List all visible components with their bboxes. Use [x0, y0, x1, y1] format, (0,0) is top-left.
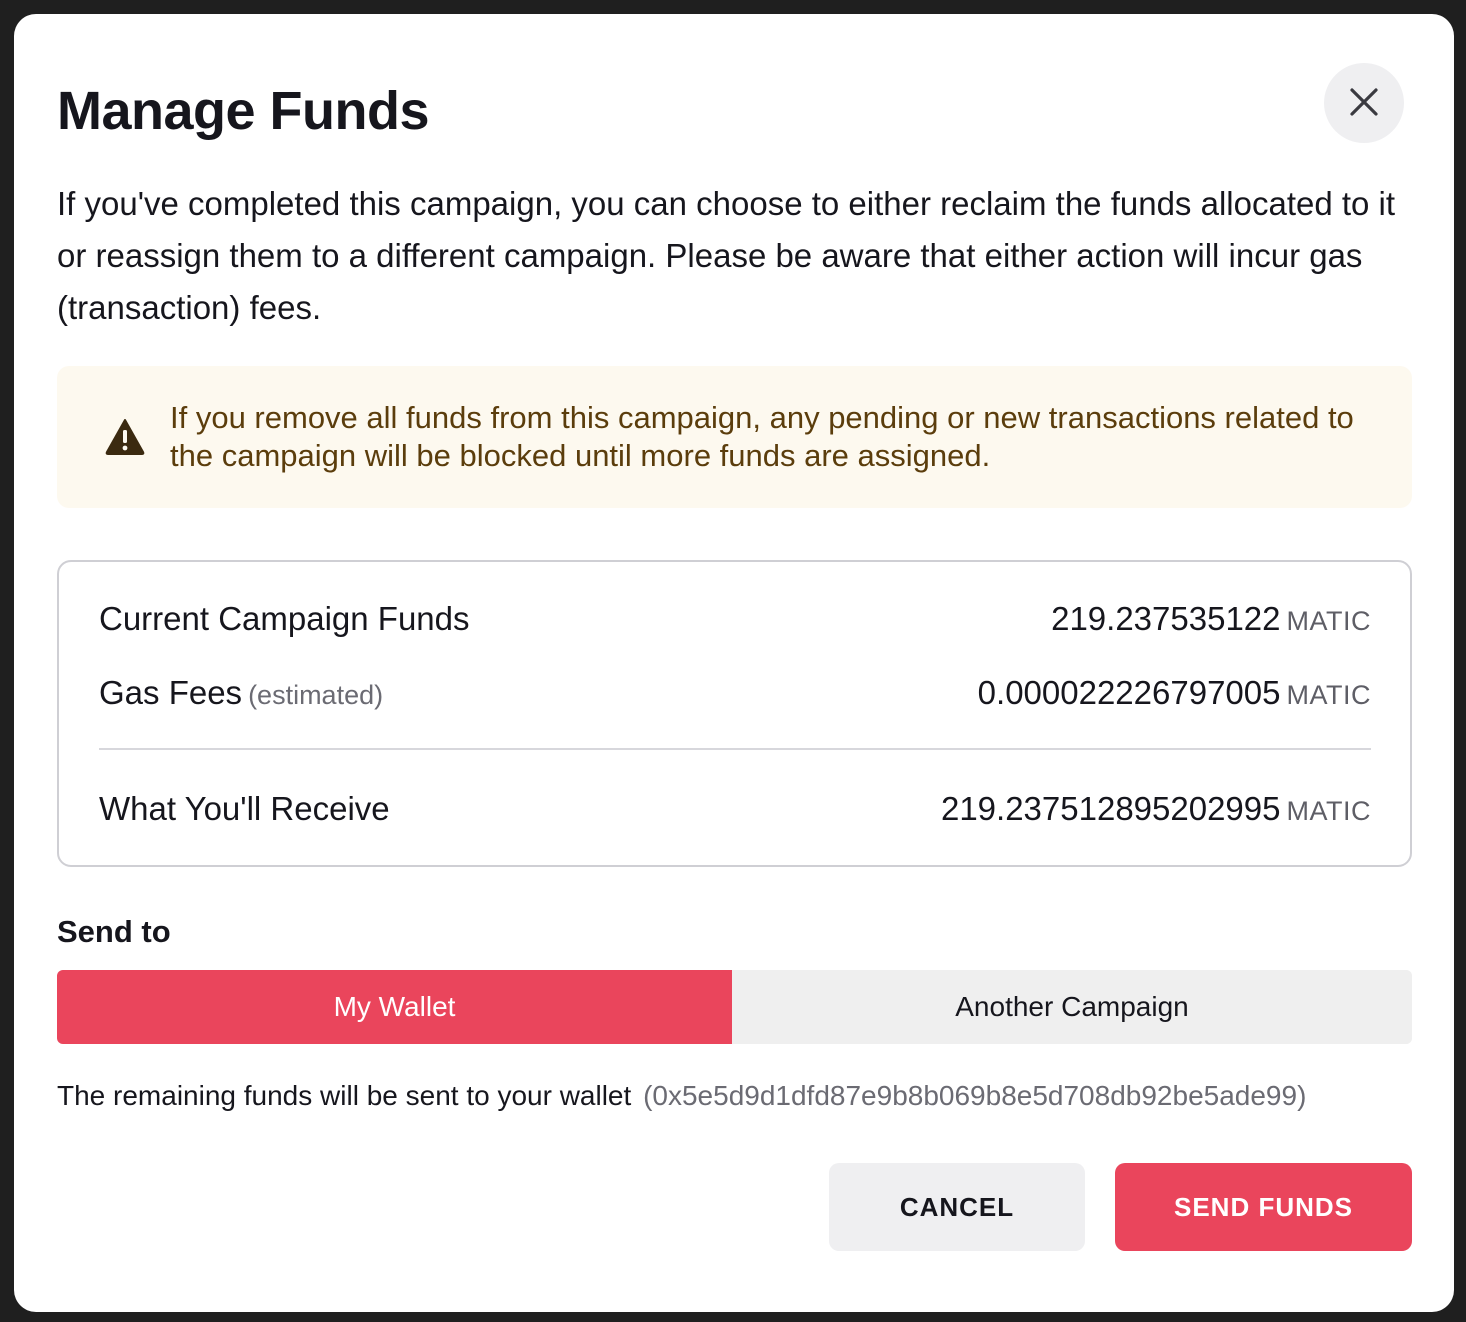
- gas-fees-sublabel: (estimated): [248, 680, 384, 710]
- wallet-destination-note: The remaining funds will be sent to your…: [57, 1080, 1306, 1112]
- current-funds-label: Current Campaign Funds: [99, 600, 470, 637]
- dialog-description: If you've completed this campaign, you c…: [57, 185, 1396, 326]
- funds-summary-card: Current Campaign Funds 219.237535122 MATI…: [57, 560, 1412, 867]
- send-to-label: Send to: [57, 914, 171, 949]
- cancel-button[interactable]: CANCEL: [829, 1163, 1085, 1251]
- close-icon: [1349, 87, 1379, 120]
- current-funds-value: 219.237535122 MATIC: [1051, 600, 1371, 638]
- send-funds-button[interactable]: SEND FUNDS: [1115, 1163, 1412, 1251]
- current-funds-amount: 219.237535122: [1051, 600, 1281, 637]
- current-funds-row: Current Campaign Funds 219.237535122 MATI…: [99, 600, 1371, 638]
- receive-unit: MATIC: [1286, 796, 1371, 826]
- manage-funds-dialog: Manage Funds If you've completed this ca…: [14, 14, 1454, 1312]
- gas-fees-label-group: Gas Fees (estimated): [99, 674, 383, 712]
- send-to-toggle: My Wallet Another Campaign: [57, 970, 1412, 1044]
- summary-divider: [99, 748, 1371, 750]
- current-funds-unit: MATIC: [1286, 606, 1371, 636]
- receive-value: 219.237512895202995 MATIC: [941, 790, 1371, 828]
- close-button[interactable]: [1324, 63, 1404, 143]
- gas-fees-unit: MATIC: [1286, 680, 1371, 710]
- my-wallet-option[interactable]: My Wallet: [57, 970, 732, 1044]
- another-campaign-option[interactable]: Another Campaign: [732, 970, 1412, 1044]
- receive-amount: 219.237512895202995: [940, 790, 1281, 827]
- receive-label: What You'll Receive: [99, 790, 390, 827]
- receive-row: What You'll Receive 219.237512895202995 M…: [99, 790, 1371, 828]
- gas-fees-row: Gas Fees (estimated) 0.000022226797005 MAT…: [99, 674, 1371, 712]
- warning-banner: If you remove all funds from this campai…: [57, 366, 1412, 508]
- warning-text: If you remove all funds from this campai…: [170, 400, 1354, 473]
- gas-fees-label: Gas Fees: [99, 674, 243, 711]
- dialog-title: Manage Funds: [57, 81, 430, 141]
- gas-fees-amount: 0.000022226797005: [977, 674, 1281, 711]
- warning-triangle-icon: [105, 418, 145, 456]
- gas-fees-value: 0.000022226797005 MATIC: [978, 674, 1371, 712]
- wallet-message: The remaining funds will be sent to your…: [57, 1080, 632, 1111]
- wallet-address: (0x5e5d9d1dfd87e9b8b069b8e5d708db92be5ad…: [643, 1080, 1307, 1111]
